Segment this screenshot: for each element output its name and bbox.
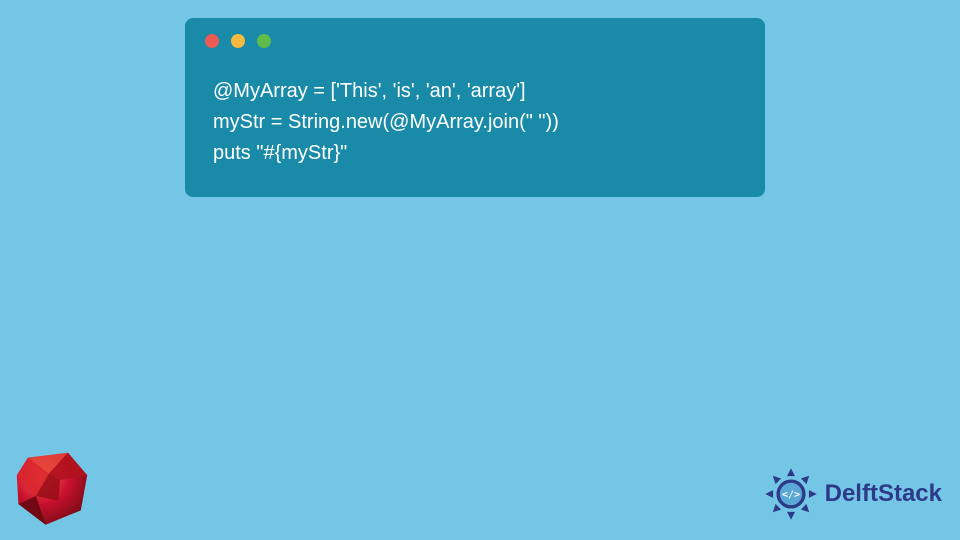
code-window: @MyArray = ['This', 'is', 'an', 'array']…	[185, 18, 765, 197]
delftstack-logo: </> DelftStack	[763, 466, 942, 522]
ruby-logo-icon	[12, 448, 92, 528]
code-line: puts "#{myStr}"	[213, 142, 347, 164]
close-icon	[205, 34, 219, 48]
delftstack-name: DelftStack	[825, 480, 942, 508]
code-block: @MyArray = ['This', 'is', 'an', 'array']…	[185, 58, 765, 169]
window-traffic-lights	[185, 18, 765, 58]
code-line: @MyArray = ['This', 'is', 'an', 'array']	[213, 80, 526, 102]
svg-text:</>: </>	[782, 489, 800, 500]
maximize-icon	[257, 34, 271, 48]
code-line: myStr = String.new(@MyArray.join(" "))	[213, 111, 559, 133]
minimize-icon	[231, 34, 245, 48]
delftstack-badge-icon: </>	[763, 466, 819, 522]
